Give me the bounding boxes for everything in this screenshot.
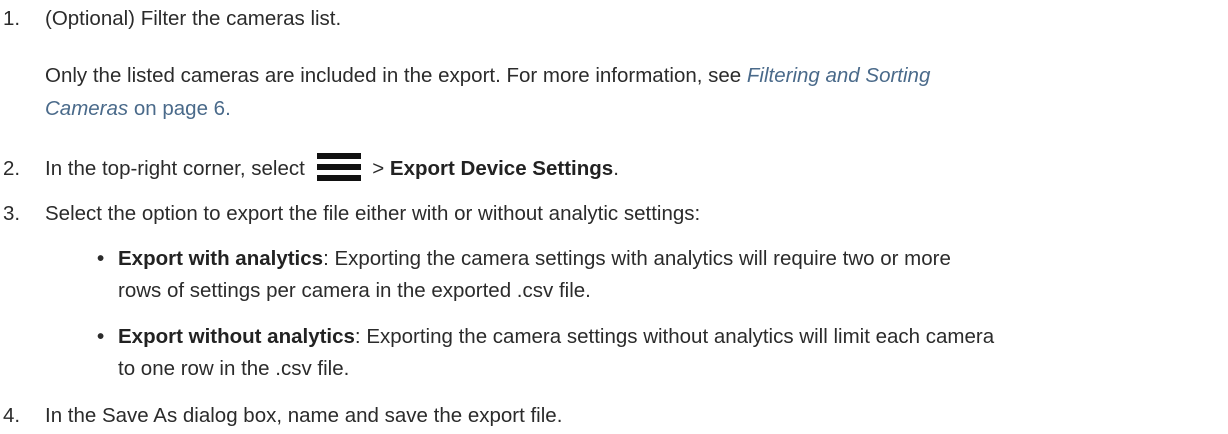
step-number: 4. (3, 404, 21, 427)
export-device-settings-label: Export Device Settings (389, 157, 614, 180)
bullet-export-without-analytics-line2: to one row in the .csv file. (118, 353, 1218, 385)
bullet-title: Export with analytics (118, 247, 324, 270)
step-2-suffix: . (613, 157, 619, 180)
step-1-note-line2: Cameras on page 6. (45, 93, 1045, 125)
bullet-export-without-analytics: • Export without analytics: Exporting th… (97, 321, 1218, 353)
page-ref-link[interactable]: on page 6. (128, 97, 231, 120)
step-2-separator: > (366, 157, 390, 180)
step-text: In the Save As dialog box, name and save… (45, 404, 563, 427)
step-number: 2. (3, 157, 21, 180)
filtering-sorting-link[interactable]: Filtering and Sorting (747, 64, 930, 87)
bullet-text: rows of settings per camera in the expor… (118, 279, 591, 302)
step-number: 3. (3, 202, 21, 225)
bullet-text: : Exporting the camera settings with ana… (323, 247, 951, 270)
bullet-text: to one row in the .csv file. (118, 357, 350, 380)
note-text: Only the listed cameras are included in … (45, 64, 747, 87)
bullet-icon: • (97, 325, 105, 348)
bullet-text: : Exporting the camera settings without … (354, 325, 995, 348)
step-text: Select the option to export the file eit… (45, 202, 701, 225)
bullet-icon: • (97, 247, 105, 270)
hamburger-menu-icon (316, 152, 361, 181)
cameras-link[interactable]: Cameras (45, 97, 128, 120)
bullet-title: Export without analytics (118, 325, 355, 348)
step-number: 1. (3, 7, 21, 30)
bullet-export-with-analytics: • Export with analytics: Exporting the c… (97, 243, 1218, 275)
step-text: In the top-right corner, select > Export… (45, 152, 619, 185)
step-text: (Optional) Filter the cameras list. (45, 7, 342, 30)
step-2-prefix: In the top-right corner, select (45, 157, 305, 180)
bullet-export-with-analytics-line2: rows of settings per camera in the expor… (118, 275, 1218, 307)
step-1-note: Only the listed cameras are included in … (45, 60, 1045, 92)
